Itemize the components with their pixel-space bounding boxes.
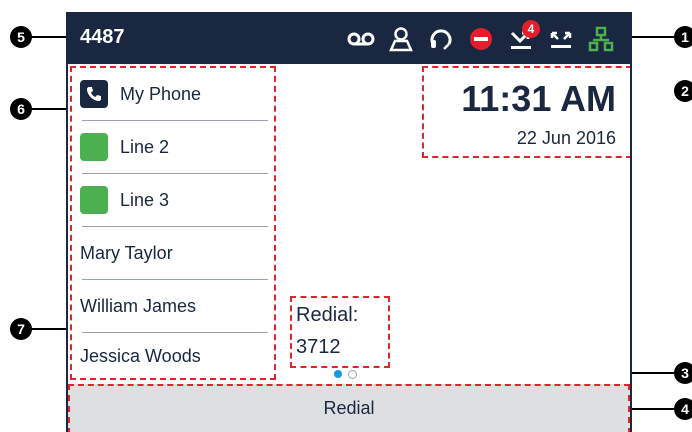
contacts-icon[interactable] <box>386 24 416 54</box>
page-dot-active[interactable] <box>334 370 342 378</box>
date-display: 22 Jun 2016 <box>516 128 616 148</box>
speed-dial-label: Jessica Woods <box>80 345 201 366</box>
callout-3: 3 <box>674 362 692 384</box>
missed-calls-icon[interactable]: 4 <box>506 20 540 54</box>
extension-number: 4487 <box>80 26 125 48</box>
line-key-label: My Phone <box>120 83 202 104</box>
speed-dial-label: Mary Taylor <box>80 242 173 263</box>
redial-softkey[interactable]: Redial <box>70 398 628 419</box>
status-bar: 4487 4 <box>68 14 630 64</box>
do-not-disturb-icon[interactable] <box>466 24 496 54</box>
callout-1-line <box>630 36 674 38</box>
status-icons: 4 <box>346 20 616 56</box>
time-date-display: 11:31 AM 22 Jun 2016 <box>422 66 630 158</box>
line-2-key <box>80 133 108 161</box>
line-3-key <box>80 186 108 214</box>
missed-calls-badge: 4 <box>522 20 540 38</box>
callout-7: 7 <box>10 318 32 340</box>
page-dot-inactive[interactable] <box>348 370 357 379</box>
callout-5-line <box>32 36 68 38</box>
redial-number: 3712 <box>296 336 341 358</box>
voicemail-icon[interactable] <box>346 24 376 54</box>
redial-label: Redial: <box>296 304 359 326</box>
line-key-line-2[interactable]: Line 2 <box>80 121 268 173</box>
speed-dial-jessica-woods[interactable]: Jessica Woods <box>80 330 268 382</box>
network-icon[interactable] <box>586 24 616 54</box>
callout-6-line <box>32 108 68 110</box>
callout-6: 6 <box>10 98 32 120</box>
page-indicator <box>334 370 357 379</box>
callout-5: 5 <box>10 26 32 48</box>
line-key-line-3[interactable]: Line 3 <box>80 174 268 226</box>
phone-key-icon <box>80 80 108 108</box>
redial-info: Redial: 3712 <box>290 296 390 368</box>
headset-icon[interactable] <box>426 24 456 54</box>
speed-dial-mary-taylor[interactable]: Mary Taylor <box>80 227 268 279</box>
line-key-my-phone[interactable]: My Phone <box>80 68 268 120</box>
callout-1: 1 <box>674 26 692 48</box>
line-keys-panel: My Phone Line 2 Line 3 Mary Taylor Willi… <box>70 66 276 380</box>
speed-dial-william-james[interactable]: William James <box>80 280 268 332</box>
softkey-bar: Redial <box>68 384 630 432</box>
line-key-label: Line 2 <box>120 136 170 157</box>
callout-2: 2 <box>674 80 692 102</box>
speed-dial-label: William James <box>80 295 197 316</box>
callout-4: 4 <box>674 398 692 420</box>
time-display: 11:31 AM <box>461 78 616 119</box>
callout-4-line <box>630 408 674 410</box>
line-key-label: Line 3 <box>120 189 170 210</box>
call-forward-icon[interactable] <box>546 24 576 54</box>
phone-screen: 4487 4 My Phone Line 2 Line 3 Mary Taylo… <box>66 12 632 432</box>
